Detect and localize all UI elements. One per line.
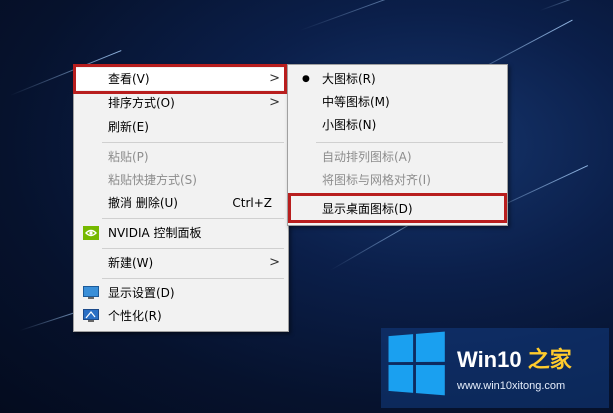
submenu-item-large-icons[interactable]: ● 大图标(R) (288, 68, 507, 90)
display-settings-icon (83, 286, 99, 299)
menu-item-nvidia-label: NVIDIA 控制面板 (108, 226, 202, 240)
menu-item-personalize[interactable]: 个性化(R) (74, 305, 288, 327)
menu-item-undo-delete-label: 撤消 删除(U) (108, 196, 178, 210)
menu-item-paste-label: 粘贴(P) (108, 150, 149, 164)
view-submenu: ● 大图标(R) 中等图标(M) 小图标(N) 自动排列图标(A) 将图标与网格… (287, 64, 508, 226)
personalize-icon (83, 309, 99, 322)
submenu-item-align-to-grid-label: 将图标与网格对齐(I) (322, 173, 431, 187)
menu-item-sort-by[interactable]: 排序方式(O) > (74, 92, 288, 114)
submenu-item-medium-icons[interactable]: 中等图标(M) (288, 91, 507, 113)
menu-separator (316, 195, 503, 196)
menu-item-paste-shortcut[interactable]: 粘贴快捷方式(S) (74, 169, 288, 191)
menu-separator (102, 248, 284, 249)
menu-item-sort-by-label: 排序方式(O) (108, 96, 175, 110)
menu-item-nvidia-control-panel[interactable]: NVIDIA 控制面板 (74, 222, 288, 244)
submenu-item-align-to-grid[interactable]: 将图标与网格对齐(I) (288, 169, 507, 191)
submenu-item-auto-arrange[interactable]: 自动排列图标(A) (288, 146, 507, 168)
menu-item-view-label: 查看(V) (108, 72, 150, 86)
watermark-title-accent: 之家 (527, 347, 572, 372)
menu-item-paste[interactable]: 粘贴(P) (74, 146, 288, 168)
menu-item-display-settings-label: 显示设置(D) (108, 286, 175, 300)
submenu-item-auto-arrange-label: 自动排列图标(A) (322, 150, 412, 164)
submenu-item-show-desktop-icons[interactable]: 显示桌面图标(D) (288, 198, 507, 220)
menu-separator (316, 142, 503, 143)
submenu-item-show-desktop-icons-label: 显示桌面图标(D) (322, 202, 413, 216)
menu-item-paste-shortcut-label: 粘贴快捷方式(S) (108, 173, 197, 187)
chevron-right-icon: > (269, 71, 280, 86)
submenu-item-small-icons[interactable]: 小图标(N) (288, 114, 507, 136)
menu-item-personalize-label: 个性化(R) (108, 309, 162, 323)
selected-bullet-icon: ● (302, 74, 310, 84)
watermark-url: www.win10xitong.com (457, 380, 566, 392)
menu-item-undo-delete[interactable]: 撤消 删除(U) Ctrl+Z (74, 192, 288, 214)
menu-item-new[interactable]: 新建(W) > (74, 252, 288, 274)
submenu-item-small-icons-label: 小图标(N) (322, 118, 377, 132)
windows-logo-icon (388, 331, 446, 396)
shortcut-label: Ctrl+Z (232, 196, 272, 210)
menu-separator (102, 142, 284, 143)
chevron-right-icon: > (269, 255, 280, 270)
menu-item-view[interactable]: 查看(V) > (74, 68, 288, 90)
menu-item-refresh[interactable]: 刷新(E) (74, 116, 288, 138)
menu-separator (102, 278, 284, 279)
menu-item-new-label: 新建(W) (108, 256, 154, 270)
desktop-context-menu: 查看(V) > 排序方式(O) > 刷新(E) 粘贴(P) 粘贴快捷方式(S) … (73, 64, 289, 332)
watermark-title: Win10 之家 (457, 342, 572, 374)
submenu-item-medium-icons-label: 中等图标(M) (322, 95, 390, 109)
menu-item-refresh-label: 刷新(E) (108, 120, 149, 134)
watermark-title-main: Win10 (457, 347, 522, 372)
submenu-item-large-icons-label: 大图标(R) (322, 72, 376, 86)
chevron-right-icon: > (269, 95, 280, 110)
menu-separator (102, 218, 284, 219)
nvidia-icon (83, 226, 99, 240)
menu-item-display-settings[interactable]: 显示设置(D) (74, 282, 288, 304)
watermark: Win10 之家 www.win10xitong.com (381, 328, 609, 408)
